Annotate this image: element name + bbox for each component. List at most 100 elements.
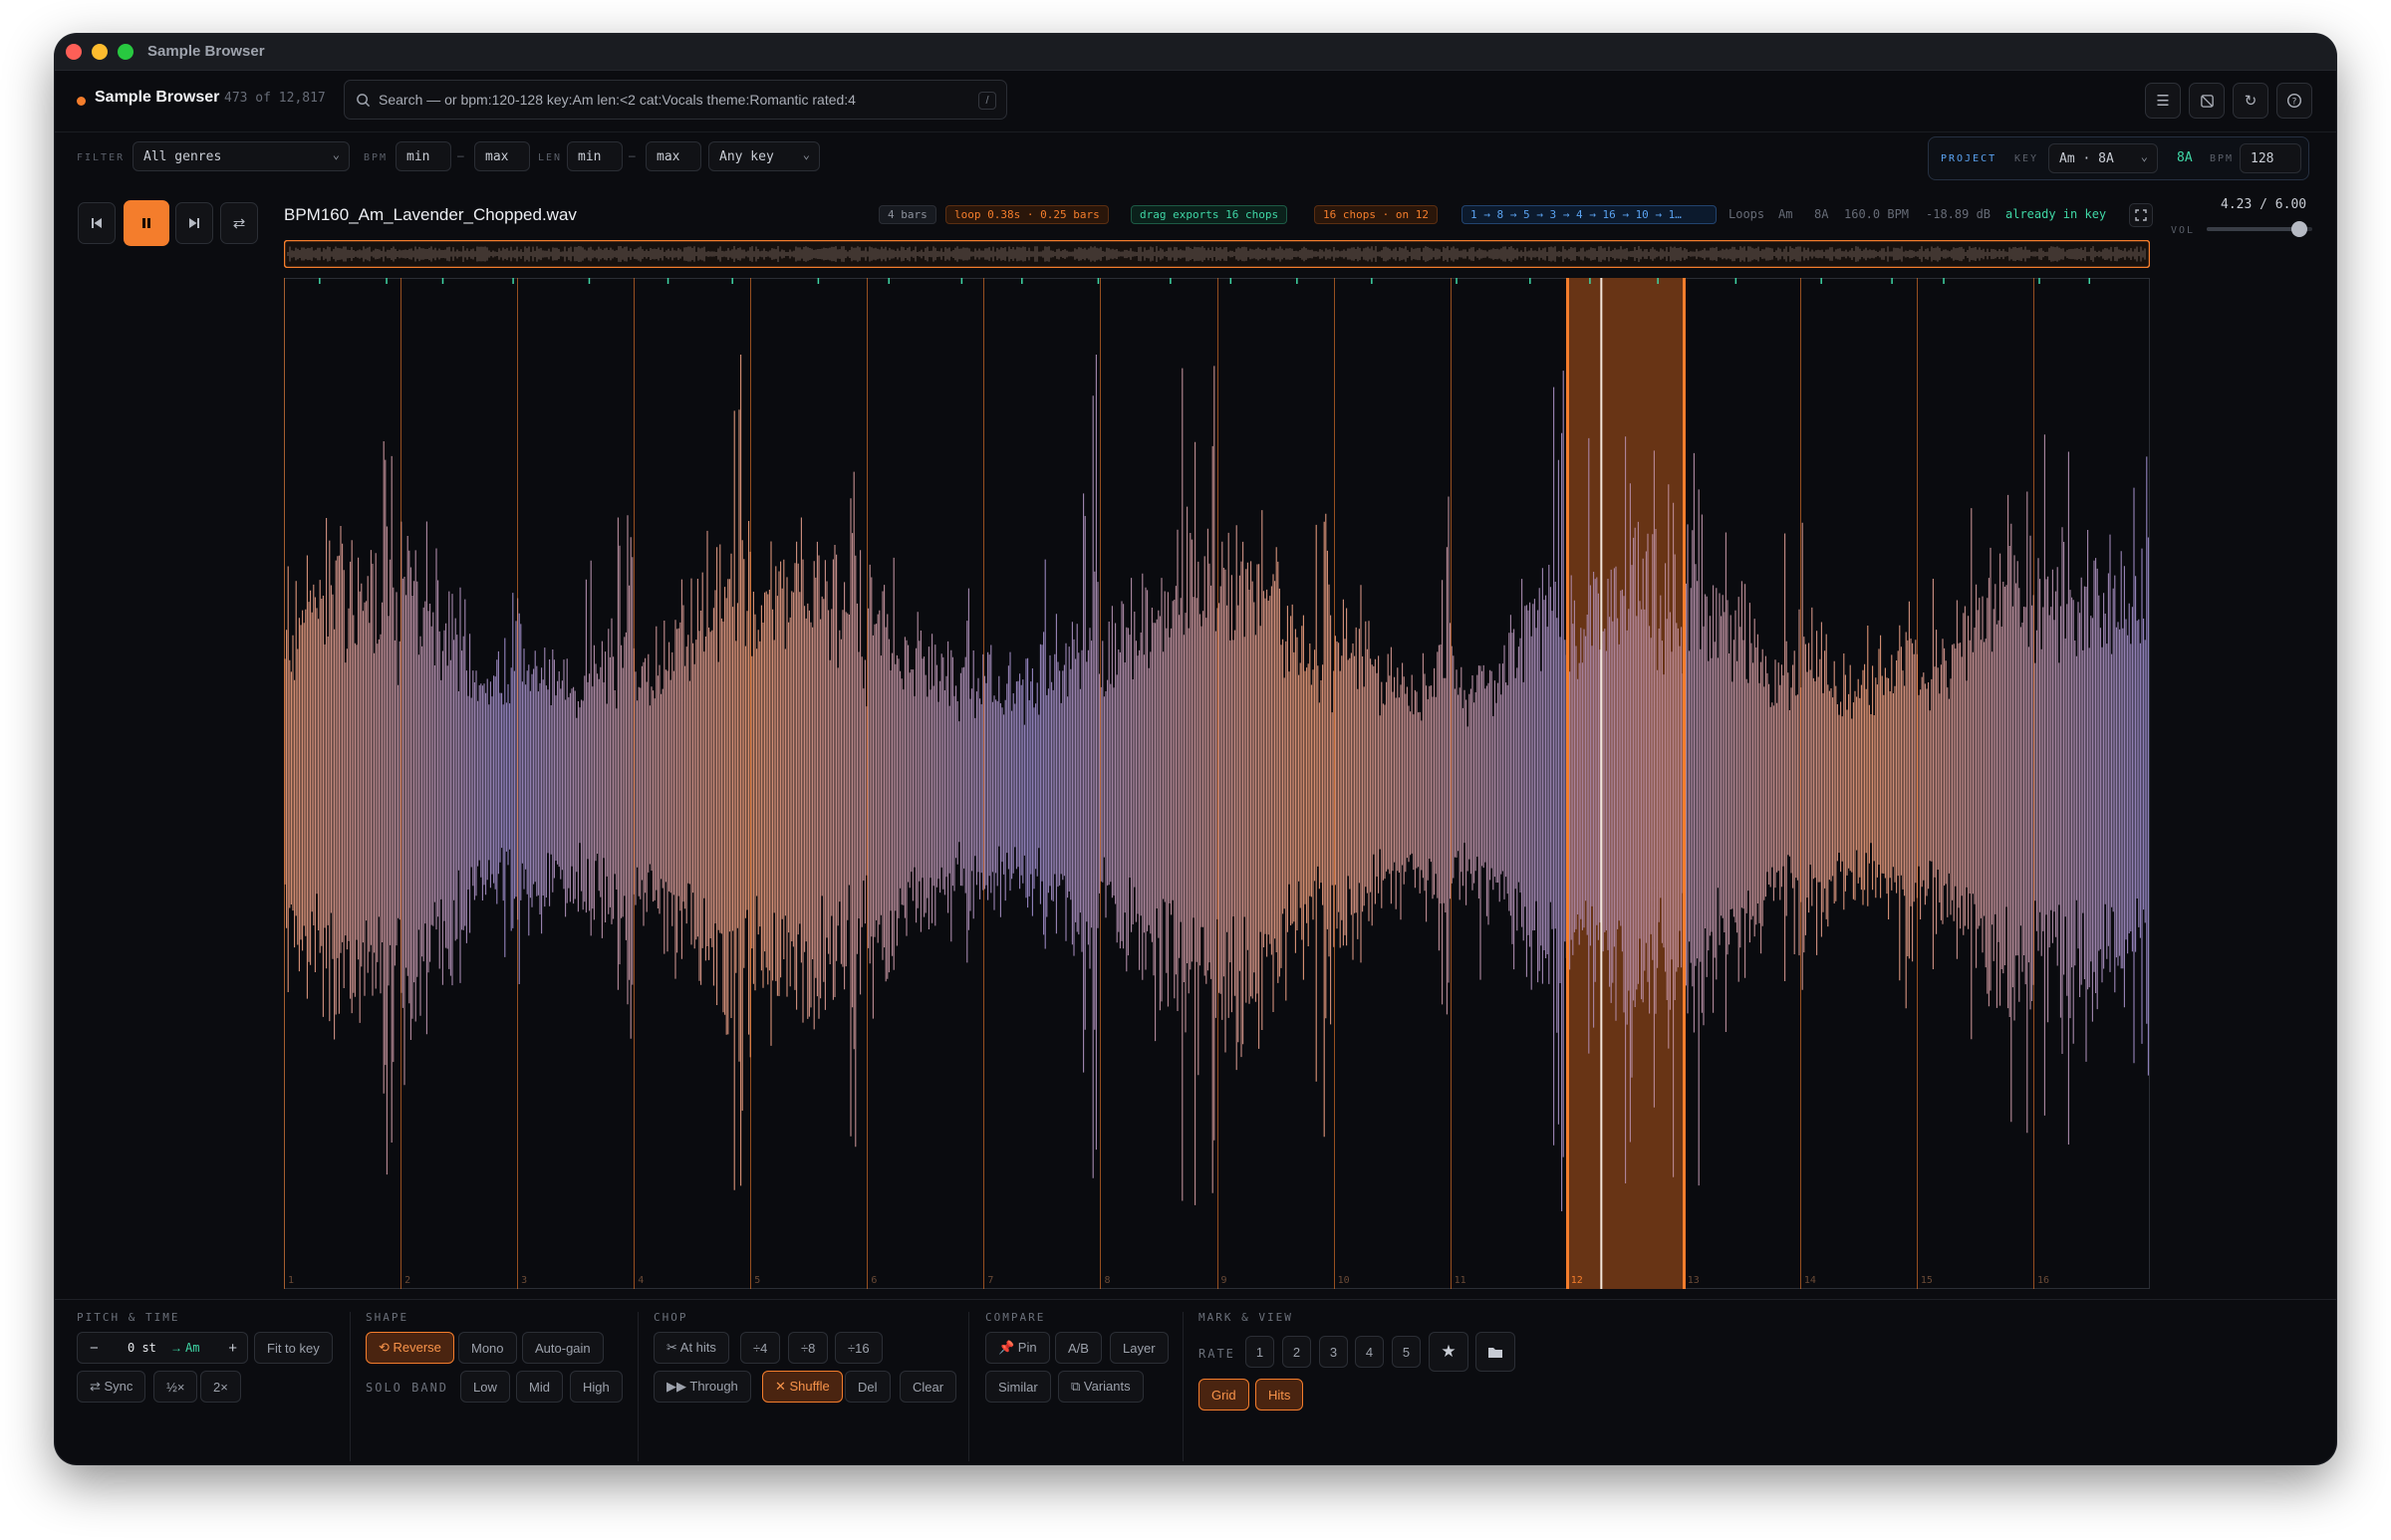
pitch-plus-button[interactable]: + — [228, 1340, 237, 1357]
mono-button[interactable]: Mono — [458, 1332, 517, 1364]
variants-button[interactable]: ⧉ Variants — [1058, 1371, 1144, 1403]
genre-select[interactable]: All genres ⌄ — [133, 141, 350, 171]
selected-chop-tint — [1566, 278, 1684, 1289]
ab-button[interactable]: A/B — [1055, 1332, 1102, 1364]
volume-fill — [2207, 227, 2300, 231]
sync-button[interactable]: ⇄ Sync — [77, 1371, 146, 1403]
pause-button[interactable] — [124, 200, 169, 246]
favorite-button[interactable]: ★ — [1429, 1332, 1468, 1372]
chop-title: CHOP — [654, 1311, 688, 1324]
search-icon — [357, 94, 371, 108]
pitch-value: 0 st — [128, 1341, 156, 1355]
len-min-input[interactable]: min — [567, 141, 623, 171]
meta-camelot: 8A — [1814, 207, 1829, 221]
rate-2-button[interactable]: 2 — [1282, 1336, 1311, 1368]
solo-band-label: SOLO BAND — [366, 1381, 449, 1395]
next-button[interactable] — [175, 202, 213, 244]
bpm-label: BPM — [364, 152, 389, 163]
bpm-min-input[interactable]: min — [396, 141, 451, 171]
refresh-button[interactable]: ↻ — [2233, 83, 2268, 119]
auto-gain-button[interactable]: Auto-gain — [522, 1332, 604, 1364]
drag-export-chip[interactable]: drag exports 16 chops — [1131, 205, 1288, 224]
chop-order-chip: 1 → 8 → 5 → 3 → 4 → 16 → 10 → 1… — [1461, 205, 1717, 224]
chevron-down-icon: ⌄ — [332, 147, 340, 161]
genre-value: All genres — [143, 149, 222, 164]
status-dot — [77, 97, 86, 106]
volume-slider[interactable] — [2207, 221, 2312, 237]
minimize-window-button[interactable] — [92, 44, 108, 60]
layer-button[interactable]: Layer — [1110, 1332, 1169, 1364]
meta-category: Loops — [1728, 207, 1765, 221]
close-window-button[interactable] — [66, 44, 82, 60]
chop-label-14: 14 — [1804, 1275, 1816, 1286]
window-title: Sample Browser — [147, 43, 265, 60]
delete-chop-button[interactable]: Del — [845, 1371, 891, 1403]
image-view-button[interactable] — [2189, 83, 2225, 119]
waveform-view[interactable]: 1 2 3 4 5 6 7 8 9 10 11 12 13 14 15 16 — [284, 278, 2150, 1289]
volume-knob[interactable] — [2291, 221, 2308, 237]
pitch-time-title: PITCH & TIME — [77, 1311, 180, 1324]
double-speed-button[interactable]: 2× — [200, 1371, 241, 1403]
clear-chops-button[interactable]: Clear — [900, 1371, 957, 1403]
project-panel: PROJECT KEY Am · 8A ⌄ 8A BPM 128 — [1928, 136, 2309, 180]
result-count: 473 of 12,817 — [224, 91, 326, 106]
similar-button[interactable]: Similar — [985, 1371, 1051, 1403]
bpm-max-placeholder: max — [485, 149, 509, 164]
prev-icon — [92, 218, 102, 228]
reverse-button[interactable]: ⟲ Reverse — [366, 1332, 454, 1364]
chop-div4-button[interactable]: ÷4 — [740, 1332, 781, 1364]
app-name: Sample Browser — [95, 89, 220, 106]
meta-bpm: 160.0 BPM — [1844, 207, 1910, 221]
len-label: LEN — [538, 152, 563, 163]
star-icon: ★ — [1441, 1342, 1457, 1361]
pitch-stepper[interactable]: − 0 st → Am + — [77, 1332, 248, 1364]
previous-button[interactable] — [78, 202, 116, 244]
refresh-icon: ↻ — [2244, 93, 2258, 110]
shuffle-button[interactable]: ✕ Shuffle — [762, 1371, 843, 1403]
bpm-dash: – — [457, 148, 464, 162]
loop-button[interactable]: ⇄ — [220, 202, 258, 244]
project-camelot: 8A — [2177, 150, 2193, 165]
solo-mid-button[interactable]: Mid — [516, 1371, 563, 1403]
pin-button[interactable]: 📌 Pin — [985, 1332, 1050, 1364]
filter-label: FILTER — [77, 152, 126, 163]
expand-button[interactable] — [2129, 203, 2153, 227]
volume-label: VOL — [2171, 225, 2196, 236]
chops-chip: 16 chops · on 12 — [1314, 205, 1438, 224]
hits-toggle[interactable]: Hits — [1255, 1379, 1304, 1411]
folder-icon — [1488, 1347, 1502, 1358]
through-button[interactable]: ▶▶ Through — [654, 1371, 751, 1403]
overview-strip[interactable] — [284, 240, 2150, 268]
project-key-label: KEY — [2014, 153, 2039, 164]
zoom-window-button[interactable] — [118, 44, 133, 60]
help-button[interactable]: ? — [2276, 83, 2312, 119]
pitch-minus-button[interactable]: − — [90, 1340, 99, 1357]
chop-at-hits-button[interactable]: ✂ At hits — [654, 1332, 729, 1364]
rate-5-button[interactable]: 5 — [1392, 1336, 1421, 1368]
chop-div8-button[interactable]: ÷8 — [788, 1332, 829, 1364]
solo-high-button[interactable]: High — [570, 1371, 623, 1403]
len-max-input[interactable]: max — [646, 141, 701, 171]
rate-4-button[interactable]: 4 — [1355, 1336, 1384, 1368]
fit-to-key-button[interactable]: Fit to key — [254, 1332, 333, 1364]
rate-3-button[interactable]: 3 — [1319, 1336, 1348, 1368]
meta-key: Am — [1778, 207, 1793, 221]
grid-toggle[interactable]: Grid — [1198, 1379, 1249, 1411]
project-key-select[interactable]: Am · 8A ⌄ — [2048, 143, 2158, 173]
key-select[interactable]: Any key ⌄ — [708, 141, 820, 171]
solo-low-button[interactable]: Low — [460, 1371, 510, 1403]
bpm-max-input[interactable]: max — [474, 141, 530, 171]
folder-button[interactable] — [1475, 1332, 1515, 1372]
chop-div16-button[interactable]: ÷16 — [835, 1332, 883, 1364]
chop-label-9: 9 — [1221, 1275, 1227, 1286]
list-view-button[interactable]: ☰ — [2145, 83, 2181, 119]
chop-label-10: 10 — [1338, 1275, 1350, 1286]
app-window: Sample Browser Sample Browser 473 of 12,… — [55, 34, 2336, 1464]
chop-label-5: 5 — [754, 1275, 760, 1286]
project-label: PROJECT — [1941, 153, 1997, 164]
len-dash: – — [629, 148, 636, 162]
project-bpm-input[interactable]: 128 — [2240, 143, 2301, 173]
rate-1-button[interactable]: 1 — [1245, 1336, 1274, 1368]
search-input[interactable]: Search — or bpm:120-128 key:Am len:<2 ca… — [344, 80, 1007, 120]
half-speed-button[interactable]: ½× — [153, 1371, 198, 1403]
